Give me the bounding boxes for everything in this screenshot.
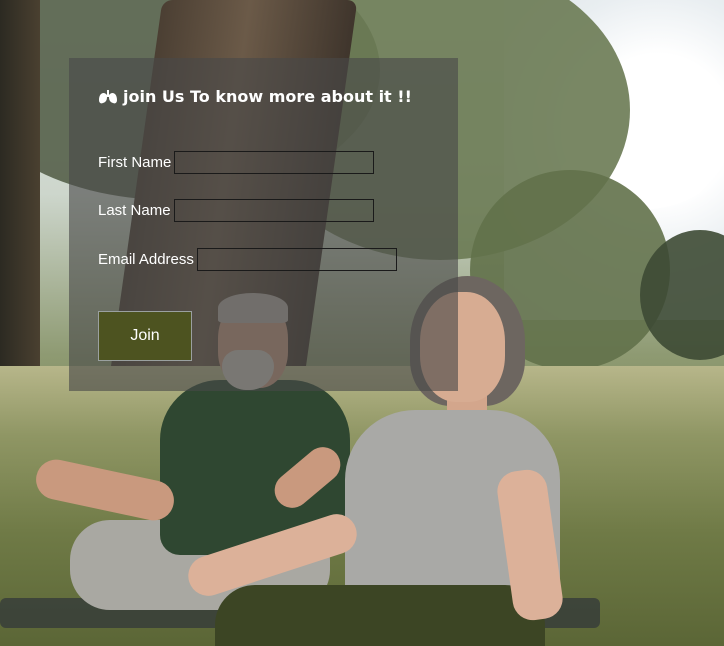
first-name-label: First Name (98, 154, 172, 171)
lungs-icon (99, 89, 117, 103)
join-button[interactable]: Join (98, 311, 192, 361)
last-name-label: Last Name (98, 202, 171, 219)
email-row: Email Address (98, 248, 397, 271)
tree-trunk (0, 0, 40, 390)
last-name-row: Last Name (98, 199, 374, 222)
first-name-row: First Name (98, 151, 375, 174)
signup-form-panel: join Us To know more about it !! First N… (69, 58, 458, 391)
form-title-text: join Us To know more about it !! (123, 87, 412, 106)
email-label: Email Address (98, 251, 194, 268)
email-input[interactable] (196, 248, 397, 271)
last-name-input[interactable] (173, 199, 374, 222)
first-name-input[interactable] (174, 151, 375, 174)
woman-legs (215, 585, 545, 646)
form-title: join Us To know more about it !! (98, 87, 412, 106)
